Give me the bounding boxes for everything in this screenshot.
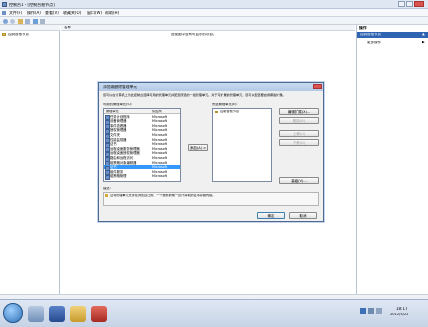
selected-snapin-item[interactable]: 控制台根节点 [220, 110, 239, 113]
dialog-close-icon[interactable] [313, 84, 322, 89]
tray-language-icon[interactable] [360, 308, 366, 314]
toolbox-icon[interactable] [91, 306, 107, 322]
folder-icon [2, 33, 6, 36]
tray-volume-icon[interactable] [376, 308, 382, 314]
clock-date[interactable]: 2012/5/22 [390, 313, 408, 317]
move-down-button[interactable]: 下移(D) [279, 139, 319, 146]
ok-button[interactable]: 确定 [257, 212, 285, 219]
snapins-list-header: 管理单元 供应商 [104, 109, 180, 114]
help-icon[interactable] [33, 18, 38, 24]
remove-button[interactable]: 删除(R) [279, 117, 319, 124]
console-root-folder-icon [215, 110, 218, 114]
description-box: 证书管理单元允许您浏览自己的、一个服务的或一台计算机的证书存储内容。 [103, 192, 319, 206]
explorer-icon[interactable] [70, 306, 86, 322]
dialog-title: 添加或删除管理单元 [103, 85, 138, 89]
maximize-button[interactable] [406, 1, 413, 7]
tree-root-item[interactable]: 控制台根节点 [8, 33, 29, 37]
window-title: 控制台1 - [控制台根节点] [9, 2, 55, 7]
more-actions-link[interactable]: 更多操作 [367, 41, 381, 45]
certificate-icon [105, 194, 108, 197]
edit-extensions-button[interactable]: 编辑扩展(X)... [279, 108, 319, 115]
forward-icon[interactable] [10, 18, 15, 24]
advanced-button[interactable]: 高级(V)... [279, 177, 319, 184]
app-icon [2, 2, 7, 7]
menu-window[interactable]: 窗口(W) [87, 11, 102, 15]
menu-favorites[interactable]: 收藏夹(O) [63, 11, 81, 15]
actions-pane: 操作 控制台根节点 ▲ 更多操作 ▶ [356, 25, 428, 294]
snapin-vendor: Microsoft [152, 174, 168, 179]
actions-header: 操作 [359, 26, 367, 30]
move-up-button[interactable]: 上移(U) [279, 130, 319, 137]
close-button[interactable] [414, 1, 424, 7]
col-name-header[interactable]: 管理单元 [106, 110, 119, 113]
add-remove-snapins-dialog: 添加或删除管理单元 您可以在计算机上为此控制台选择可用的管理单元并配置所选的一组… [98, 82, 324, 222]
cancel-button[interactable]: 取消 [289, 212, 317, 219]
powershell-icon[interactable] [49, 306, 65, 322]
actions-section-label: 控制台根节点 [360, 33, 381, 37]
menu-icon [2, 10, 6, 15]
console-tree-pane: 控制台根节点 [0, 25, 60, 294]
results-header: 名称 [61, 25, 355, 31]
server-manager-icon[interactable] [28, 306, 44, 322]
snapins-rows: 任务计划程序 Microsoft 设备管理器 Microsoft 事件查看器 Micros… [104, 115, 180, 182]
dialog-description: 您可以在计算机上为此控制台选择可用的管理单元并配置所选的一组管理单元。对于可扩展… [103, 93, 286, 97]
description-text: 证书管理单元允许您浏览自己的、一个服务的或一台计算机的证书存储内容。 [110, 194, 216, 197]
snapin-name: 组策略管理 [110, 174, 127, 179]
properties-icon[interactable] [40, 18, 45, 24]
clock-time[interactable]: 18:17 [396, 307, 408, 311]
selected-snapins-label: 所选管理单元(E): [212, 103, 238, 106]
toolbar [0, 17, 428, 25]
snapin-row[interactable]: 组策略管理 Microsoft [104, 174, 180, 181]
back-icon[interactable] [3, 18, 8, 24]
col-vendor-header[interactable]: 供应商 [152, 110, 162, 113]
menu-bar: 文件(F) 操作(A) 查看(V) 收藏夹(O) 窗口(W) 帮助(H) [0, 9, 428, 17]
available-snapins-list[interactable]: 管理单元 供应商 任务计划程序 Microsoft 设备管理器 Microsoft 事件… [103, 108, 181, 182]
up-icon[interactable] [18, 18, 23, 24]
tree-header [0, 25, 60, 31]
more-actions-arrow-icon: ▶ [422, 41, 425, 44]
selected-snapins-list[interactable]: 控制台根节点 [212, 108, 272, 182]
add-button[interactable]: 添加(A) > [188, 144, 208, 151]
available-snapins-label: 可用的管理单元(S): [103, 103, 132, 106]
collapse-arrow-icon[interactable]: ▲ [422, 33, 425, 37]
tray-network-icon[interactable] [368, 308, 374, 314]
name-column-header[interactable]: 名称 [64, 26, 71, 30]
menu-help[interactable]: 帮助(H) [105, 11, 119, 15]
start-button[interactable] [3, 303, 23, 323]
minimize-button[interactable] [398, 1, 405, 7]
dialog-title-bar: 添加或删除管理单元 [99, 83, 323, 91]
description-label: 描述: [103, 187, 111, 190]
menu-file[interactable]: 文件(F) [9, 11, 22, 15]
actions-section-bar[interactable]: 控制台根节点 ▲ [357, 32, 428, 38]
menu-action[interactable]: 操作(A) [27, 11, 41, 15]
title-bar: 控制台1 - [控制台根节点] [0, 0, 428, 9]
empty-view-message: 此视图中没有可显示的项目。 [171, 33, 217, 36]
show-hide-tree-icon[interactable] [25, 18, 30, 24]
menu-view[interactable]: 查看(V) [45, 11, 59, 15]
